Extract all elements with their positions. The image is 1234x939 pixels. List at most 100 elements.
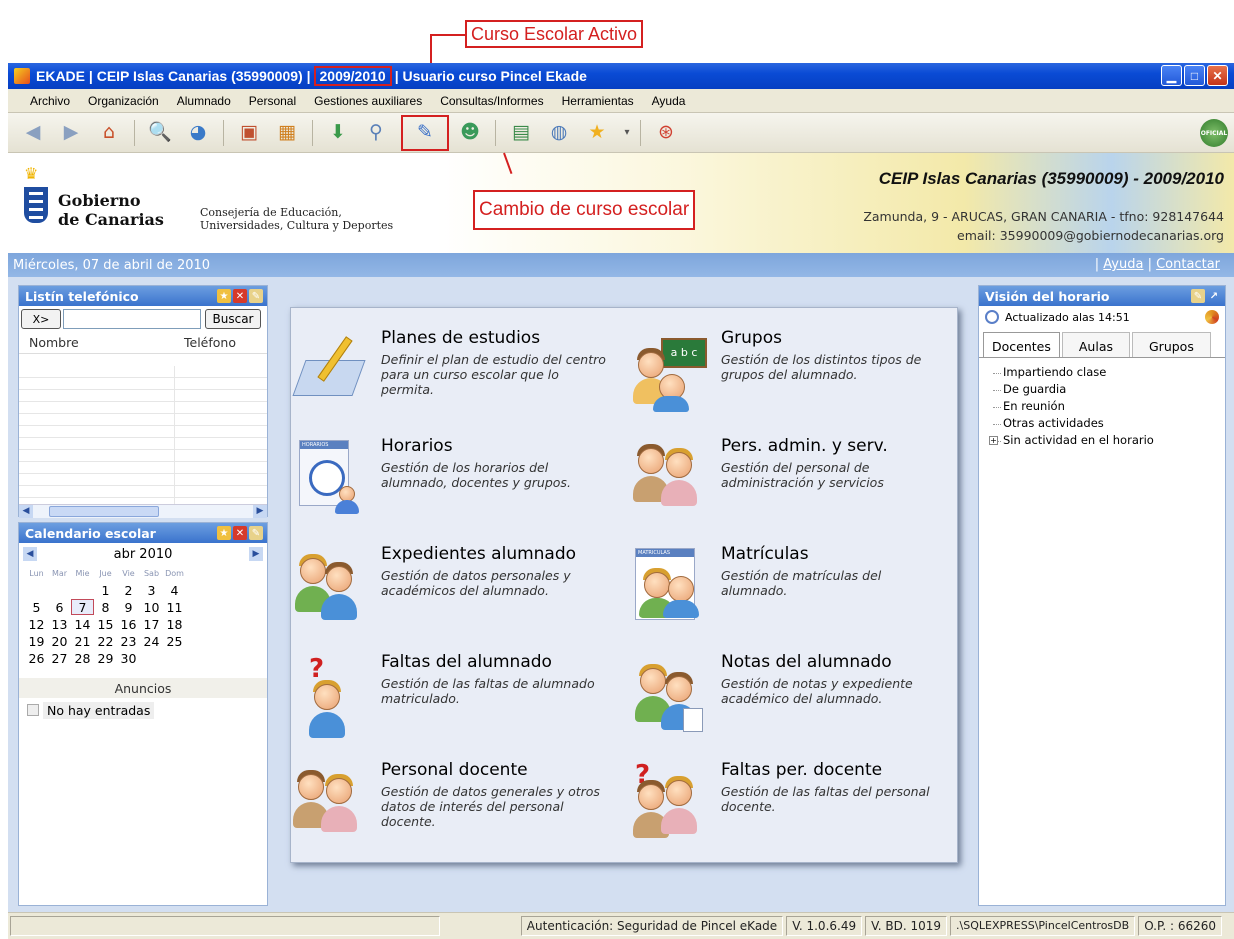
- expand-icon[interactable]: +: [989, 436, 998, 445]
- download-icon[interactable]: ⬇: [325, 120, 351, 146]
- prev-month-icon[interactable]: ◀: [23, 547, 37, 561]
- tab-aulas[interactable]: Aulas: [1061, 332, 1130, 357]
- chart-icon[interactable]: ◕: [185, 120, 211, 146]
- calendar-day[interactable]: 20: [48, 633, 71, 649]
- tile-planes-estudios[interactable]: Planes de estudios Definir el plan de es…: [291, 328, 611, 423]
- scroll-left-icon[interactable]: ◀: [19, 505, 33, 518]
- close-icon[interactable]: ✕: [233, 526, 247, 540]
- favorites-star-icon[interactable]: ★: [584, 120, 610, 146]
- menu-archivo[interactable]: Archivo: [30, 94, 70, 108]
- minimize-button[interactable]: ▁: [1161, 65, 1182, 86]
- close-icon[interactable]: ✕: [233, 289, 247, 303]
- tile-personal-docente[interactable]: Personal docente Gestión de datos genera…: [291, 760, 611, 855]
- menu-personal[interactable]: Personal: [249, 94, 296, 108]
- tile-faltas-alumnado[interactable]: ? Faltas del alumnado Gestión de las fal…: [291, 652, 611, 747]
- help-link[interactable]: Ayuda: [1103, 257, 1143, 272]
- home-icon[interactable]: ⌂: [96, 120, 122, 146]
- refresh-icon[interactable]: [1205, 310, 1219, 324]
- calendar-day[interactable]: 15: [94, 616, 117, 632]
- directory-grid[interactable]: [19, 366, 267, 506]
- tab-docentes[interactable]: Docentes: [983, 332, 1060, 357]
- search-report-icon[interactable]: 🔍: [147, 120, 173, 146]
- column-phone[interactable]: Teléfono: [174, 335, 236, 350]
- search-button[interactable]: Buscar: [205, 309, 261, 329]
- tree-item[interactable]: Impartiendo clase: [989, 364, 1225, 381]
- edit-icon[interactable]: ✎: [249, 289, 263, 303]
- calendar-day[interactable]: 8: [94, 599, 117, 615]
- next-month-icon[interactable]: ▶: [249, 547, 263, 561]
- forward-icon[interactable]: ▶: [58, 120, 84, 146]
- calendar-day[interactable]: 4: [163, 582, 186, 598]
- calendar-day[interactable]: 11: [163, 599, 186, 615]
- calendar-day[interactable]: 23: [117, 633, 140, 649]
- users-icon[interactable]: ☻: [457, 120, 483, 146]
- calendar-day[interactable]: 27: [48, 650, 71, 666]
- calendar-day[interactable]: 12: [25, 616, 48, 632]
- help-lifebuoy-icon[interactable]: ⊛: [653, 120, 679, 146]
- calendar-day[interactable]: 21: [71, 633, 94, 649]
- maximize-button[interactable]: □: [1184, 65, 1205, 86]
- calendar-day[interactable]: 10: [140, 599, 163, 615]
- calendar-day[interactable]: 9: [117, 599, 140, 615]
- calendar-day[interactable]: 29: [94, 650, 117, 666]
- menu-organizacion[interactable]: Organización: [88, 94, 159, 108]
- edit-icon[interactable]: ✎: [249, 526, 263, 540]
- course-change-icon[interactable]: ✎: [401, 114, 449, 151]
- close-button[interactable]: ✕: [1207, 65, 1228, 86]
- tab-grupos[interactable]: Grupos: [1132, 332, 1211, 357]
- window-titlebar[interactable]: EKADE | CEIP Islas Canarias (35990009) |…: [8, 63, 1234, 89]
- star-icon[interactable]: ★: [217, 289, 231, 303]
- calendar-day[interactable]: 5: [25, 599, 48, 615]
- calendar-day[interactable]: 19: [25, 633, 48, 649]
- calendar-day[interactable]: 22: [94, 633, 117, 649]
- menu-herramientas[interactable]: Herramientas: [562, 94, 634, 108]
- tile-horarios[interactable]: HORARIOS Horarios Gestión de los horario…: [291, 436, 611, 531]
- star-icon[interactable]: ★: [217, 526, 231, 540]
- calendar-day[interactable]: 18: [163, 616, 186, 632]
- calendar-day-today[interactable]: 7: [71, 599, 94, 615]
- tile-grupos[interactable]: a b c Grupos Gestión de los distintos ti…: [631, 328, 951, 423]
- calendar-day[interactable]: 3: [140, 582, 163, 598]
- scroll-right-icon[interactable]: ▶: [253, 505, 267, 518]
- calendar-3-icon[interactable]: ▣: [236, 120, 262, 146]
- calendar-day[interactable]: 17: [140, 616, 163, 632]
- tree-item[interactable]: Otras actividades: [989, 415, 1225, 432]
- anuncios-item[interactable]: No hay entradas: [19, 700, 267, 720]
- scroll-thumb[interactable]: [49, 506, 159, 517]
- schedule-grid-icon[interactable]: ▦: [274, 120, 300, 146]
- tile-matriculas[interactable]: MATRICULAS Matrículas Gestión de matrícu…: [631, 544, 951, 639]
- contact-link[interactable]: Contactar: [1156, 257, 1220, 272]
- calendar-day[interactable]: 6: [48, 599, 71, 615]
- menu-alumnado[interactable]: Alumnado: [177, 94, 231, 108]
- tree-item[interactable]: En reunión: [989, 398, 1225, 415]
- calendar-day[interactable]: 24: [140, 633, 163, 649]
- column-name[interactable]: Nombre: [19, 335, 174, 350]
- calendar-day[interactable]: 2: [117, 582, 140, 598]
- menu-gestiones-auxiliares[interactable]: Gestiones auxiliares: [314, 94, 422, 108]
- edit-icon[interactable]: ✎: [1191, 289, 1205, 303]
- menu-ayuda[interactable]: Ayuda: [652, 94, 686, 108]
- calendar-day[interactable]: 26: [25, 650, 48, 666]
- tile-notas-alumnado[interactable]: Notas del alumnado Gestión de notas y ex…: [631, 652, 951, 747]
- calendar-day[interactable]: 25: [163, 633, 186, 649]
- tree-item-expandable[interactable]: + Sin actividad en el horario: [989, 432, 1225, 449]
- globe-icon[interactable]: ◍: [546, 120, 572, 146]
- horizontal-scrollbar[interactable]: ◀ ▶: [19, 504, 267, 518]
- dropdown-arrow-icon[interactable]: ▾: [622, 120, 632, 146]
- directory-search-input[interactable]: [63, 309, 201, 329]
- calendar-day[interactable]: 28: [71, 650, 94, 666]
- calendar-day[interactable]: 16: [117, 616, 140, 632]
- back-icon[interactable]: ◀: [20, 120, 46, 146]
- calendar-day[interactable]: 13: [48, 616, 71, 632]
- clear-button[interactable]: X>: [21, 309, 61, 329]
- calendar-day[interactable]: 30: [117, 650, 140, 666]
- share-arrow-icon[interactable]: ↗: [1207, 289, 1221, 303]
- book-icon[interactable]: ▤: [508, 120, 534, 146]
- calendar-day[interactable]: 14: [71, 616, 94, 632]
- tile-pers-admin-serv[interactable]: Pers. admin. y serv. Gestión del persona…: [631, 436, 951, 531]
- tile-faltas-per-docente[interactable]: ? Faltas per. docente Gestión de las fal…: [631, 760, 951, 855]
- tree-item[interactable]: De guardia: [989, 381, 1225, 398]
- menu-consultas-informes[interactable]: Consultas/Informes: [440, 94, 543, 108]
- network-icon[interactable]: ⚲: [363, 120, 389, 146]
- calendar-day[interactable]: 1: [94, 582, 117, 598]
